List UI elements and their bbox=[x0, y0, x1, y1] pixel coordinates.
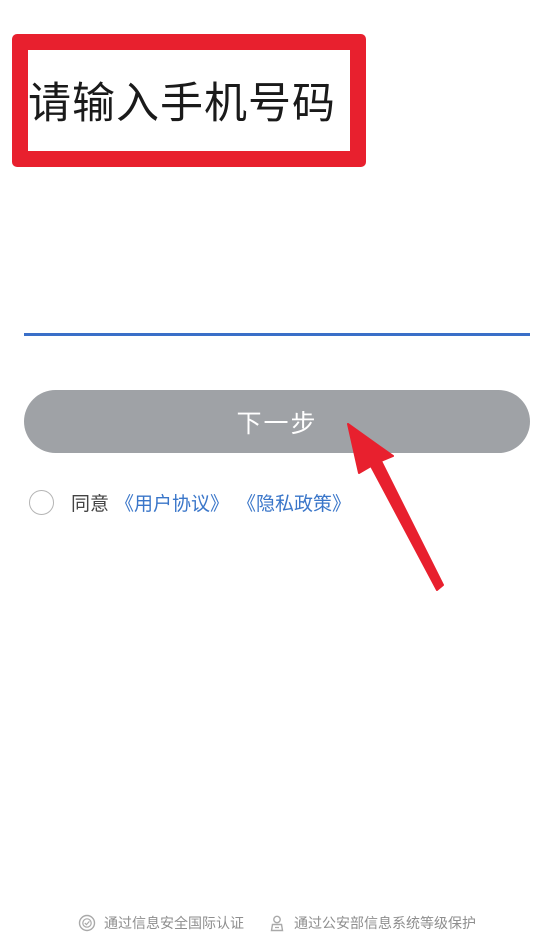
security-badge-icon bbox=[78, 914, 96, 932]
agree-checkbox[interactable] bbox=[29, 489, 54, 515]
user-agreement-link[interactable]: 《用户协议》 bbox=[115, 489, 229, 516]
footer-cert-police: 通过公安部信息系统等级保护 bbox=[268, 913, 476, 933]
agreement-row: 同意 《用户协议》 《隐私政策》 bbox=[29, 487, 359, 517]
phone-input[interactable] bbox=[24, 268, 530, 332]
next-step-button[interactable]: 下一步 bbox=[24, 390, 530, 453]
agree-prefix: 同意 bbox=[71, 492, 110, 515]
footer: 通过信息安全国际认证 通过公安部信息系统等级保护 bbox=[0, 910, 554, 936]
footer-cert-police-text: 通过公安部信息系统等级保护 bbox=[294, 916, 476, 932]
input-underline bbox=[24, 333, 530, 336]
page-title: 请输入手机号码 bbox=[28, 79, 336, 129]
next-step-label: 下一步 bbox=[236, 408, 318, 438]
police-badge-icon bbox=[270, 915, 284, 932]
footer-cert-international: 通过信息安全国际认证 bbox=[78, 913, 244, 933]
privacy-policy-link[interactable]: 《隐私政策》 bbox=[237, 489, 351, 516]
footer-cert-international-text: 通过信息安全国际认证 bbox=[104, 916, 244, 932]
